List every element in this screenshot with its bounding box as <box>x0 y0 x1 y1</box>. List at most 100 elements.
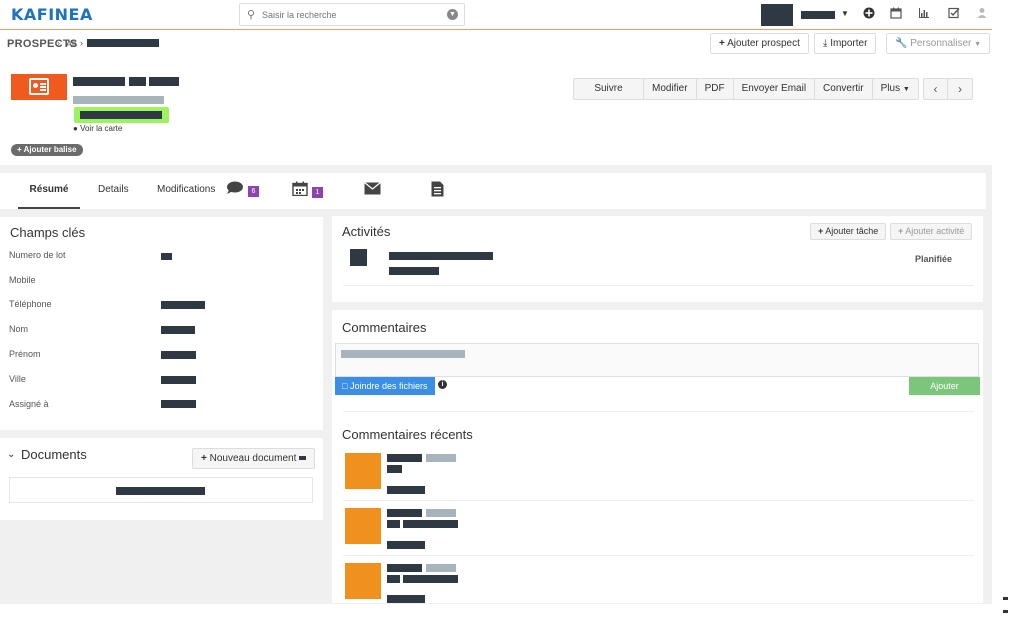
search-input[interactable] <box>262 7 432 23</box>
wrench-icon: 🔧 <box>895 38 908 49</box>
user-name-redacted[interactable] <box>801 11 835 19</box>
key-fields-panel: Champs clés Numero de lot Mobile Télépho… <box>0 217 323 430</box>
tab-calendar[interactable]: 1 <box>292 181 323 200</box>
field-label-mobile: Mobile <box>9 275 36 285</box>
divider <box>343 411 974 412</box>
plus-icon: + <box>898 226 904 236</box>
import-button[interactable]: ⤓ Importer <box>814 33 877 54</box>
tab-emails[interactable] <box>364 181 381 199</box>
checkbox-icon[interactable] <box>947 7 961 22</box>
tab-documents[interactable] <box>431 181 444 201</box>
scroll-marker[interactable] <box>1003 610 1008 613</box>
add-activity-button[interactable]: + Ajouter activité <box>890 223 973 240</box>
field-value-phone[interactable] <box>161 301 205 309</box>
tab-summary[interactable]: Résumé <box>18 173 80 209</box>
document-item-redacted[interactable] <box>116 487 205 495</box>
attach-files-button[interactable]: □ Joindre des fichiers <box>335 377 435 395</box>
divider <box>343 285 974 286</box>
record-name-redacted <box>129 77 146 86</box>
info-icon[interactable]: i <box>438 380 447 389</box>
activity-status: Planifiée <box>915 254 953 264</box>
send-email-button[interactable]: Envoyer Email <box>734 79 816 99</box>
laptop-icon: □ <box>342 381 348 391</box>
customize-button[interactable]: 🔧 Personnaliser ▼ <box>886 33 991 54</box>
calendar-icon <box>292 181 312 199</box>
app-logo[interactable]: KAFINEA <box>11 5 93 24</box>
top-navbar: KAFINEA ⚲ ▼ ▼ <box>0 0 992 30</box>
comment-textarea[interactable] <box>335 343 979 377</box>
convert-button[interactable]: Convertir <box>815 79 873 99</box>
comment-placeholder-redacted <box>341 350 465 358</box>
recent-comments-title: Commentaires récents <box>342 427 473 442</box>
field-value-last-name[interactable] <box>161 326 195 334</box>
caret-down-icon: ▼ <box>902 86 910 93</box>
next-record-icon[interactable]: › <box>948 79 972 99</box>
field-value-city[interactable] <box>161 376 196 384</box>
field-value-assigned-to[interactable] <box>161 400 196 408</box>
add-tag-button[interactable]: + Ajouter balise <box>11 144 83 156</box>
record-name-redacted <box>73 77 125 86</box>
comment-author-avatar <box>345 508 381 544</box>
plus-icon: + <box>17 145 22 154</box>
search-icon: ⚲ <box>247 9 256 21</box>
activity-title-redacted[interactable] <box>389 252 493 260</box>
record-header: ● Voir la carte + Ajouter balise Suivre … <box>0 57 992 165</box>
document-icon <box>431 181 444 200</box>
comment-author-redacted <box>387 564 422 572</box>
field-label-last-name: Nom <box>9 324 29 334</box>
key-fields-title: Champs clés <box>10 225 86 240</box>
field-label-city: Ville <box>9 374 26 384</box>
record-actions: Suivre Modifier PDF Envoyer Email Conver… <box>573 78 919 100</box>
record-pager: ‹ › <box>923 78 973 100</box>
user-menu-caret-icon[interactable]: ▼ <box>841 9 849 18</box>
record-tabs: Résumé Details Modifications 6 1 <box>0 173 986 209</box>
calendar-icon[interactable] <box>889 7 903 22</box>
search-options-chevron-icon[interactable]: ▼ <box>447 9 458 20</box>
add-task-button[interactable]: + Ajouter tâche <box>810 223 887 240</box>
global-search[interactable]: ⚲ ▼ <box>239 3 465 26</box>
field-value-lot-number[interactable] <box>161 253 172 260</box>
divider <box>343 555 974 556</box>
breadcrumb-record-redacted <box>87 39 159 47</box>
plus-circle-icon[interactable] <box>862 7 876 22</box>
tab-modifications[interactable]: Modifications <box>157 173 215 209</box>
add-comment-button[interactable]: Ajouter <box>909 377 980 395</box>
comment-text-redacted <box>403 520 458 528</box>
edit-button[interactable]: Modifier <box>644 79 697 99</box>
calendar-count-badge: 1 <box>311 186 323 198</box>
breadcrumb-filter[interactable]: All <box>66 39 76 49</box>
comment-author-avatar <box>345 563 381 599</box>
user-avatar[interactable] <box>761 4 793 26</box>
more-button[interactable]: Plus ▼ <box>873 79 918 99</box>
tab-details[interactable]: Details <box>98 173 129 209</box>
collapse-chevron-icon[interactable]: ⌄ <box>7 449 15 460</box>
map-marker-icon: ● <box>73 124 78 133</box>
comment-text-redacted <box>403 575 458 583</box>
scroll-marker[interactable] <box>1003 597 1008 600</box>
tab-comments[interactable]: 6 <box>226 181 259 199</box>
pdf-button[interactable]: PDF <box>697 79 734 99</box>
right-scroll-gutter[interactable] <box>992 0 1024 621</box>
field-value-first-name[interactable] <box>161 351 196 359</box>
breadcrumb: PROSPECTS › All › + Ajouter prospect ⤓ I… <box>0 30 992 57</box>
comment-date-redacted <box>387 541 425 549</box>
field-label-lot-number: Numero de lot <box>9 250 66 260</box>
follow-button[interactable]: Suivre <box>574 79 644 99</box>
comment-author-avatar <box>345 453 381 489</box>
comment-icon <box>226 181 248 198</box>
envelope-icon <box>364 182 381 198</box>
user-icon[interactable] <box>975 7 989 22</box>
previous-record-icon[interactable]: ‹ <box>924 79 949 99</box>
divider <box>343 500 974 501</box>
caret-redacted <box>299 456 307 461</box>
add-prospect-button[interactable]: + Ajouter prospect <box>710 33 809 54</box>
plus-icon: + <box>719 38 725 49</box>
new-document-button[interactable]: + Nouveau document <box>192 448 316 469</box>
lead-record-icon <box>11 74 67 100</box>
view-map-link[interactable]: ● Voir la carte <box>73 124 122 133</box>
contact-card-icon <box>29 78 49 95</box>
comment-text-redacted <box>387 520 400 528</box>
field-label-phone: Téléphone <box>9 299 52 309</box>
plus-icon: + <box>818 226 824 236</box>
bar-chart-icon[interactable] <box>917 7 931 22</box>
